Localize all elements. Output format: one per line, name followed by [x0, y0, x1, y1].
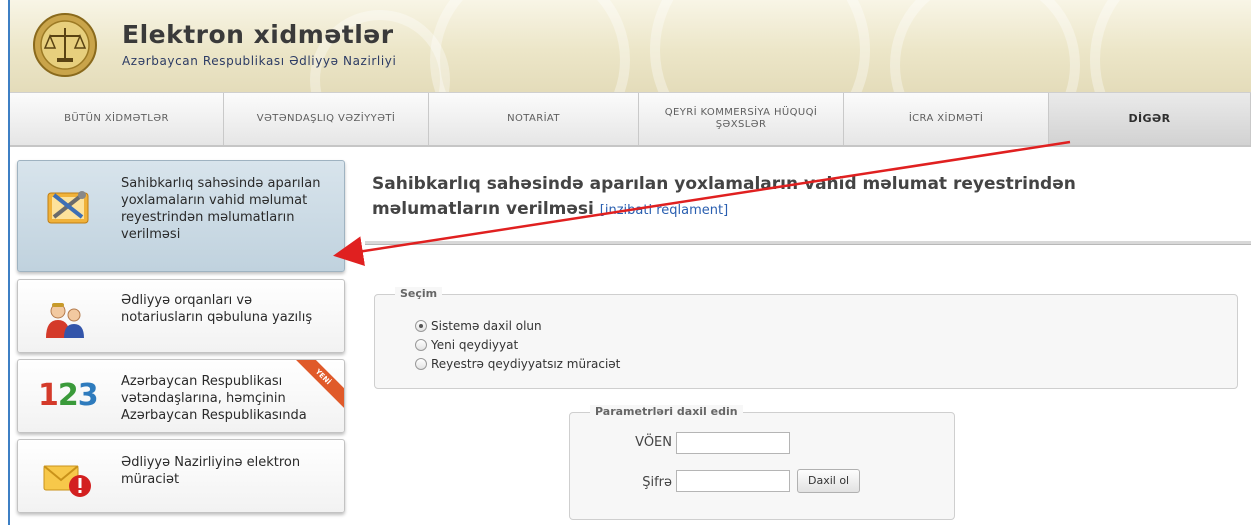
sidebar-item-citizens-service[interactable]: 123 Azərbaycan Respublikası vətəndaşları… [17, 359, 345, 433]
selection-fieldset: Seçim Sistemə daxil olun Yeni qeydiyyat … [374, 287, 1238, 389]
sidebar-item-label: Ədliyyə Nazirliyinə elektron müraciət [121, 455, 301, 487]
title-divider [365, 241, 1251, 245]
site-title[interactable]: Elektron xidmətlər [122, 20, 394, 49]
login-fieldset: Parametrləri daxil edin VÖEN Şifrə Daxil… [569, 405, 955, 520]
tab-all-services[interactable]: BÜTÜN XİDMƏTLƏR [10, 93, 224, 145]
radio-unregistered-appeal[interactable]: Reyestrə qeydiyyatsız müraciət [415, 357, 620, 371]
selection-legend: Seçim [395, 287, 443, 300]
sidebar-item-appointment[interactable]: Ədliyyə orqanları və notariusların qəbul… [17, 279, 345, 353]
voen-label: VÖEN [635, 435, 672, 450]
radio-login[interactable]: Sistemə daxil olun [415, 319, 542, 333]
radio-new-registration[interactable]: Yeni qeydiyyat [415, 338, 518, 352]
tab-non-commercial-entities[interactable]: QEYRİ KOMMERSİYA HÜQUQİ ŞƏXSLƏR [639, 93, 844, 145]
sidebar-item-electronic-appeal[interactable]: Ədliyyə Nazirliyinə elektron müraciət [17, 439, 345, 513]
tools-icon [47, 191, 89, 224]
main-navigation-tabs: BÜTÜN XİDMƏTLƏR VƏTƏNDAŞLIQ VƏZİYYƏTİ NO… [10, 92, 1251, 147]
page-title: Sahibkarlıq sahəsində aparılan yoxlamala… [372, 172, 1172, 223]
radio-label: Reyestrə qeydiyyatsız müraciət [431, 357, 621, 371]
tab-civil-status[interactable]: VƏTƏNDAŞLIQ VƏZİYYƏTİ [224, 93, 429, 145]
radio-button[interactable] [415, 358, 427, 370]
login-legend: Parametrləri daxil edin [590, 405, 743, 418]
site-header: Elektron xidmətlər Azərbaycan Respublika… [10, 0, 1251, 92]
sidebar-item-label: Sahibkarlıq sahəsində aparılan yoxlamala… [121, 176, 321, 242]
sidebar-item-inspection-registry[interactable]: Sahibkarlıq sahəsində aparılan yoxlamala… [17, 160, 345, 272]
radio-button[interactable] [415, 339, 427, 351]
tab-other[interactable]: DİGƏR [1049, 93, 1251, 145]
tab-enforcement-service[interactable]: İCRA XİDMƏTİ [844, 93, 1049, 145]
radio-label: Sistemə daxil olun [431, 319, 542, 333]
sidebar-item-label: Azərbaycan Respublikası vətəndaşlarına, … [121, 374, 307, 423]
regulation-link[interactable]: [inzibati reqlament] [600, 203, 728, 218]
sidebar-item-label: Ədliyyə orqanları və notariusların qəbul… [121, 293, 313, 325]
voen-input[interactable] [676, 432, 790, 454]
tab-notary[interactable]: NOTARİAT [429, 93, 639, 145]
people-icon [46, 303, 84, 338]
password-input[interactable] [676, 470, 790, 492]
ministry-emblem-icon[interactable] [32, 12, 98, 78]
site-subtitle: Azərbaycan Respublikası Ədliyyə Nazirliy… [122, 54, 397, 68]
numbers-icon: 123 [38, 378, 99, 413]
radio-button[interactable] [415, 320, 427, 332]
password-label: Şifrə [642, 475, 672, 490]
envelope-alert-icon [43, 465, 91, 497]
radio-label: Yeni qeydiyyat [431, 338, 519, 352]
login-button[interactable]: Daxil ol [797, 469, 861, 493]
